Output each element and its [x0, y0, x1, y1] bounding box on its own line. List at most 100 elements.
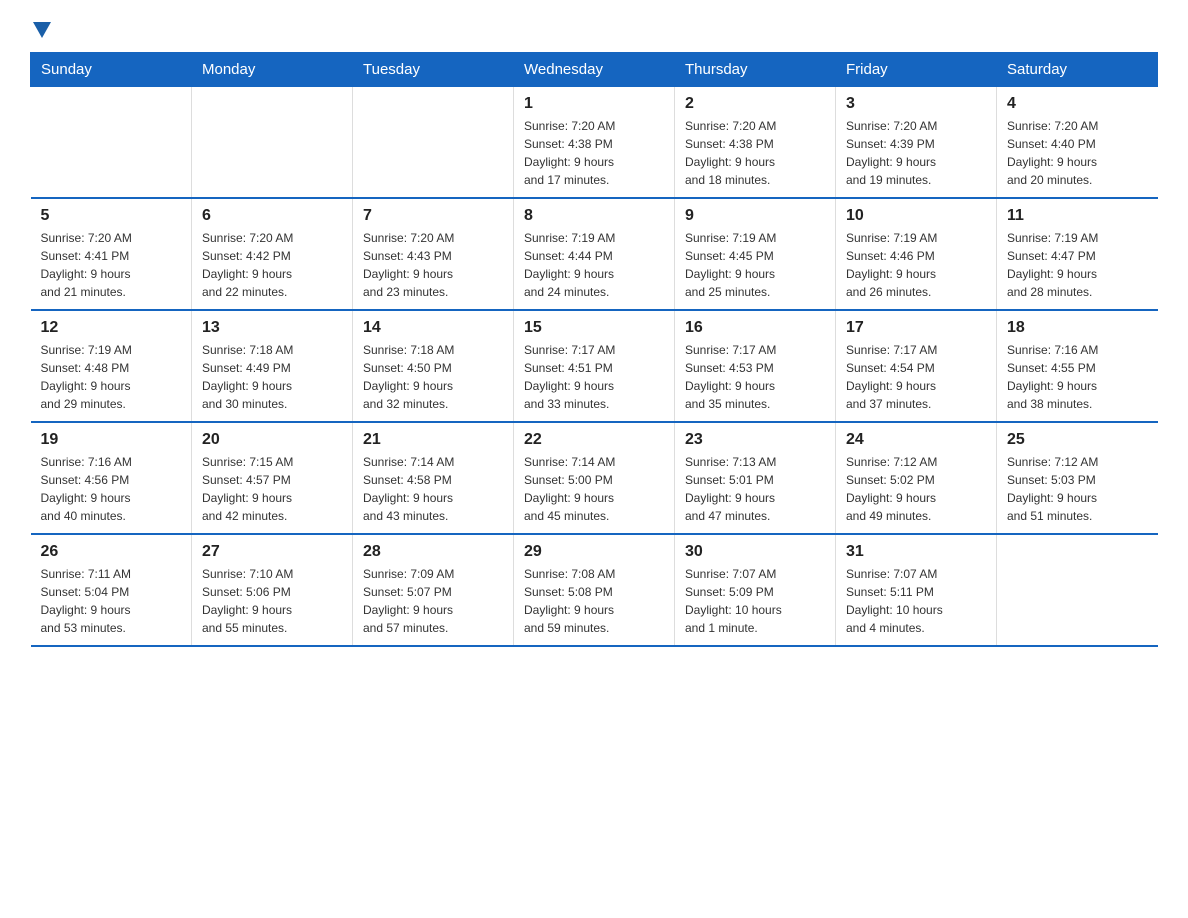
day-number: 29	[524, 543, 664, 561]
calendar-cell: 17Sunrise: 7:17 AMSunset: 4:54 PMDayligh…	[836, 310, 997, 422]
day-info: Sunrise: 7:14 AMSunset: 4:58 PMDaylight:…	[363, 453, 503, 525]
day-number: 16	[685, 319, 825, 337]
calendar-cell: 10Sunrise: 7:19 AMSunset: 4:46 PMDayligh…	[836, 198, 997, 310]
weekday-header-thursday: Thursday	[675, 53, 836, 87]
day-info: Sunrise: 7:16 AMSunset: 4:56 PMDaylight:…	[41, 453, 182, 525]
calendar-cell	[31, 87, 192, 199]
day-number: 22	[524, 431, 664, 449]
weekday-header-monday: Monday	[192, 53, 353, 87]
calendar-cell: 11 Sunrise: 7:19 AMSunset: 4:47 PMDayligh…	[997, 198, 1158, 310]
calendar-cell: 13 Sunrise: 7:18 AMSunset: 4:49 PMDayligh…	[192, 310, 353, 422]
day-info: Sunrise: 7:18 AMSunset: 4:49 PMDaylight:…	[202, 341, 342, 413]
calendar-cell: 30Sunrise: 7:07 AMSunset: 5:09 PMDayligh…	[675, 534, 836, 646]
logo-triangle-icon	[33, 22, 51, 38]
day-info: Sunrise: 7:20 AMSunset: 4:43 PMDaylight:…	[363, 229, 503, 301]
calendar-cell: 5Sunrise: 7:20 AMSunset: 4:41 PMDaylight…	[31, 198, 192, 310]
day-number: 18	[1007, 319, 1148, 337]
calendar-cell: 7 Sunrise: 7:20 AMSunset: 4:43 PMDaylight…	[353, 198, 514, 310]
day-info: Sunrise: 7:12 AMSunset: 5:02 PMDaylight:…	[846, 453, 986, 525]
day-info: Sunrise: 7:15 AMSunset: 4:57 PMDaylight:…	[202, 453, 342, 525]
day-number: 12	[41, 319, 182, 337]
day-number: 13	[202, 319, 342, 337]
day-number: 14	[363, 319, 503, 337]
calendar-cell	[192, 87, 353, 199]
day-number: 25	[1007, 431, 1148, 449]
calendar-cell: 1 Sunrise: 7:20 AMSunset: 4:38 PMDaylight…	[514, 87, 675, 199]
day-info: Sunrise: 7:20 AMSunset: 4:38 PMDaylight:…	[685, 117, 825, 189]
day-info: Sunrise: 7:19 AMSunset: 4:46 PMDaylight:…	[846, 229, 986, 301]
day-info: Sunrise: 7:20 AMSunset: 4:41 PMDaylight:…	[41, 229, 182, 301]
day-info: Sunrise: 7:19 AMSunset: 4:47 PMDaylight:…	[1007, 229, 1148, 301]
calendar-cell: 15 Sunrise: 7:17 AMSunset: 4:51 PMDayligh…	[514, 310, 675, 422]
calendar-cell: 29 Sunrise: 7:08 AMSunset: 5:08 PMDayligh…	[514, 534, 675, 646]
day-number: 26	[41, 543, 182, 561]
page-header	[30, 20, 1158, 36]
day-info: Sunrise: 7:08 AMSunset: 5:08 PMDaylight:…	[524, 565, 664, 637]
calendar-week-row: 19 Sunrise: 7:16 AMSunset: 4:56 PMDayligh…	[31, 422, 1158, 534]
day-number: 4	[1007, 95, 1148, 113]
day-number: 15	[524, 319, 664, 337]
day-number: 8	[524, 207, 664, 225]
calendar-cell: 22 Sunrise: 7:14 AMSunset: 5:00 PMDayligh…	[514, 422, 675, 534]
calendar-cell: 21 Sunrise: 7:14 AMSunset: 4:58 PMDayligh…	[353, 422, 514, 534]
day-info: Sunrise: 7:07 AMSunset: 5:11 PMDaylight:…	[846, 565, 986, 637]
calendar-cell: 24 Sunrise: 7:12 AMSunset: 5:02 PMDayligh…	[836, 422, 997, 534]
calendar-cell: 2 Sunrise: 7:20 AMSunset: 4:38 PMDaylight…	[675, 87, 836, 199]
weekday-header-sunday: Sunday	[31, 53, 192, 87]
day-number: 3	[846, 95, 986, 113]
day-info: Sunrise: 7:17 AMSunset: 4:51 PMDaylight:…	[524, 341, 664, 413]
day-number: 23	[685, 431, 825, 449]
day-number: 31	[846, 543, 986, 561]
day-number: 21	[363, 431, 503, 449]
day-info: Sunrise: 7:11 AMSunset: 5:04 PMDaylight:…	[41, 565, 182, 637]
calendar-week-row: 26 Sunrise: 7:11 AMSunset: 5:04 PMDayligh…	[31, 534, 1158, 646]
day-number: 11	[1007, 207, 1148, 225]
day-number: 1	[524, 95, 664, 113]
calendar-table: SundayMondayTuesdayWednesdayThursdayFrid…	[30, 52, 1158, 647]
day-info: Sunrise: 7:18 AMSunset: 4:50 PMDaylight:…	[363, 341, 503, 413]
day-number: 6	[202, 207, 342, 225]
calendar-header-row: SundayMondayTuesdayWednesdayThursdayFrid…	[31, 53, 1158, 87]
day-info: Sunrise: 7:20 AMSunset: 4:39 PMDaylight:…	[846, 117, 986, 189]
weekday-header-tuesday: Tuesday	[353, 53, 514, 87]
calendar-cell: 31 Sunrise: 7:07 AMSunset: 5:11 PMDayligh…	[836, 534, 997, 646]
calendar-cell: 25 Sunrise: 7:12 AMSunset: 5:03 PMDayligh…	[997, 422, 1158, 534]
calendar-cell	[997, 534, 1158, 646]
calendar-week-row: 1 Sunrise: 7:20 AMSunset: 4:38 PMDaylight…	[31, 87, 1158, 199]
calendar-cell: 20Sunrise: 7:15 AMSunset: 4:57 PMDayligh…	[192, 422, 353, 534]
day-info: Sunrise: 7:19 AMSunset: 4:44 PMDaylight:…	[524, 229, 664, 301]
calendar-cell: 19 Sunrise: 7:16 AMSunset: 4:56 PMDayligh…	[31, 422, 192, 534]
day-number: 9	[685, 207, 825, 225]
logo	[30, 20, 51, 36]
day-info: Sunrise: 7:20 AMSunset: 4:38 PMDaylight:…	[524, 117, 664, 189]
day-info: Sunrise: 7:09 AMSunset: 5:07 PMDaylight:…	[363, 565, 503, 637]
calendar-cell: 4Sunrise: 7:20 AMSunset: 4:40 PMDaylight…	[997, 87, 1158, 199]
weekday-header-friday: Friday	[836, 53, 997, 87]
calendar-cell: 6 Sunrise: 7:20 AMSunset: 4:42 PMDaylight…	[192, 198, 353, 310]
day-info: Sunrise: 7:12 AMSunset: 5:03 PMDaylight:…	[1007, 453, 1148, 525]
calendar-cell: 23Sunrise: 7:13 AMSunset: 5:01 PMDayligh…	[675, 422, 836, 534]
day-info: Sunrise: 7:16 AMSunset: 4:55 PMDaylight:…	[1007, 341, 1148, 413]
calendar-cell: 9Sunrise: 7:19 AMSunset: 4:45 PMDaylight…	[675, 198, 836, 310]
calendar-cell: 27Sunrise: 7:10 AMSunset: 5:06 PMDayligh…	[192, 534, 353, 646]
day-info: Sunrise: 7:14 AMSunset: 5:00 PMDaylight:…	[524, 453, 664, 525]
day-number: 7	[363, 207, 503, 225]
weekday-header-saturday: Saturday	[997, 53, 1158, 87]
day-number: 19	[41, 431, 182, 449]
calendar-cell: 3 Sunrise: 7:20 AMSunset: 4:39 PMDaylight…	[836, 87, 997, 199]
day-info: Sunrise: 7:17 AMSunset: 4:53 PMDaylight:…	[685, 341, 825, 413]
calendar-cell: 16 Sunrise: 7:17 AMSunset: 4:53 PMDayligh…	[675, 310, 836, 422]
calendar-cell: 28Sunrise: 7:09 AMSunset: 5:07 PMDayligh…	[353, 534, 514, 646]
calendar-week-row: 5Sunrise: 7:20 AMSunset: 4:41 PMDaylight…	[31, 198, 1158, 310]
day-number: 30	[685, 543, 825, 561]
day-info: Sunrise: 7:17 AMSunset: 4:54 PMDaylight:…	[846, 341, 986, 413]
calendar-cell: 8 Sunrise: 7:19 AMSunset: 4:44 PMDaylight…	[514, 198, 675, 310]
day-number: 24	[846, 431, 986, 449]
day-info: Sunrise: 7:20 AMSunset: 4:42 PMDaylight:…	[202, 229, 342, 301]
day-number: 2	[685, 95, 825, 113]
day-info: Sunrise: 7:19 AMSunset: 4:48 PMDaylight:…	[41, 341, 182, 413]
calendar-cell: 12 Sunrise: 7:19 AMSunset: 4:48 PMDayligh…	[31, 310, 192, 422]
day-number: 27	[202, 543, 342, 561]
calendar-cell: 26 Sunrise: 7:11 AMSunset: 5:04 PMDayligh…	[31, 534, 192, 646]
calendar-cell: 18 Sunrise: 7:16 AMSunset: 4:55 PMDayligh…	[997, 310, 1158, 422]
